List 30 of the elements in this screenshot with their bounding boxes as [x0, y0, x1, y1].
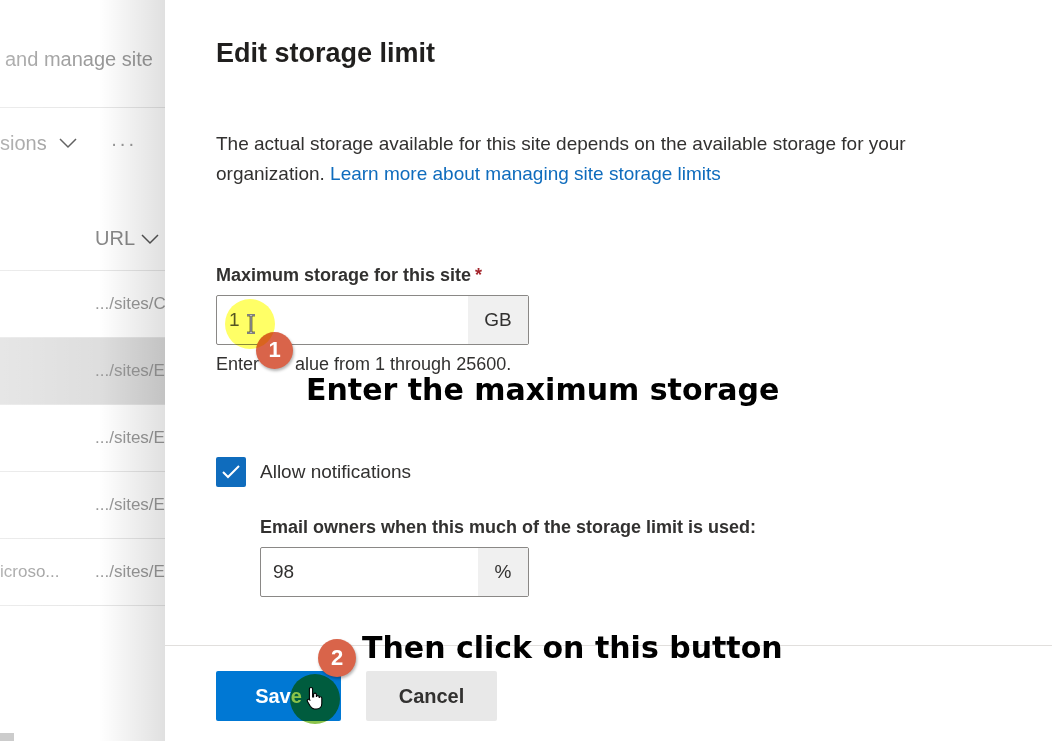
table-cell: .../sites/E	[95, 495, 165, 515]
chevron-down-icon	[58, 137, 77, 149]
description-text: The actual storage available for this site depends on the available storage for your organization. Learn more about managing site storage limits	[216, 132, 907, 186]
hand-pointer-icon	[306, 686, 324, 710]
checkbox-label: Allow notifications	[260, 461, 412, 483]
page-header-text: and manage site	[5, 48, 153, 70]
field-label: Maximum storage for this site *	[216, 265, 484, 286]
scrollbar-thumb[interactable]	[0, 733, 14, 741]
checkbox[interactable]	[216, 457, 246, 487]
helper-text: alue from 1 through 25600.	[295, 353, 512, 375]
unit-suffix: GB	[468, 296, 528, 344]
table-cell: .../sites/E	[95, 361, 165, 381]
table-row[interactable]: .../sites/E	[0, 338, 165, 405]
panel-title: Edit storage limit	[216, 38, 437, 69]
table-cell: .../sites/C	[95, 294, 165, 314]
text-cursor-icon	[245, 314, 257, 334]
table-cell: .../sites/E	[95, 562, 165, 582]
percent-input-field[interactable]: 98 %	[260, 547, 529, 597]
table-cell: .../sites/E	[95, 428, 165, 448]
field-label: Email owners when this much of the storage limit is used:	[260, 517, 758, 538]
chevron-down-icon	[141, 232, 159, 245]
filter-dropdown[interactable]: sions	[0, 131, 77, 155]
learn-more-link[interactable]: Learn more about managing site storage limits	[330, 163, 721, 184]
checkmark-icon	[221, 464, 241, 480]
column-header[interactable]: URL	[95, 227, 159, 250]
unit-suffix: %	[478, 548, 528, 596]
cancel-button[interactable]: Cancel	[366, 671, 497, 721]
table-cell: icroso...	[0, 562, 60, 582]
more-button[interactable]: ···	[110, 131, 137, 155]
annotation-text: Then click on this button	[362, 630, 783, 665]
